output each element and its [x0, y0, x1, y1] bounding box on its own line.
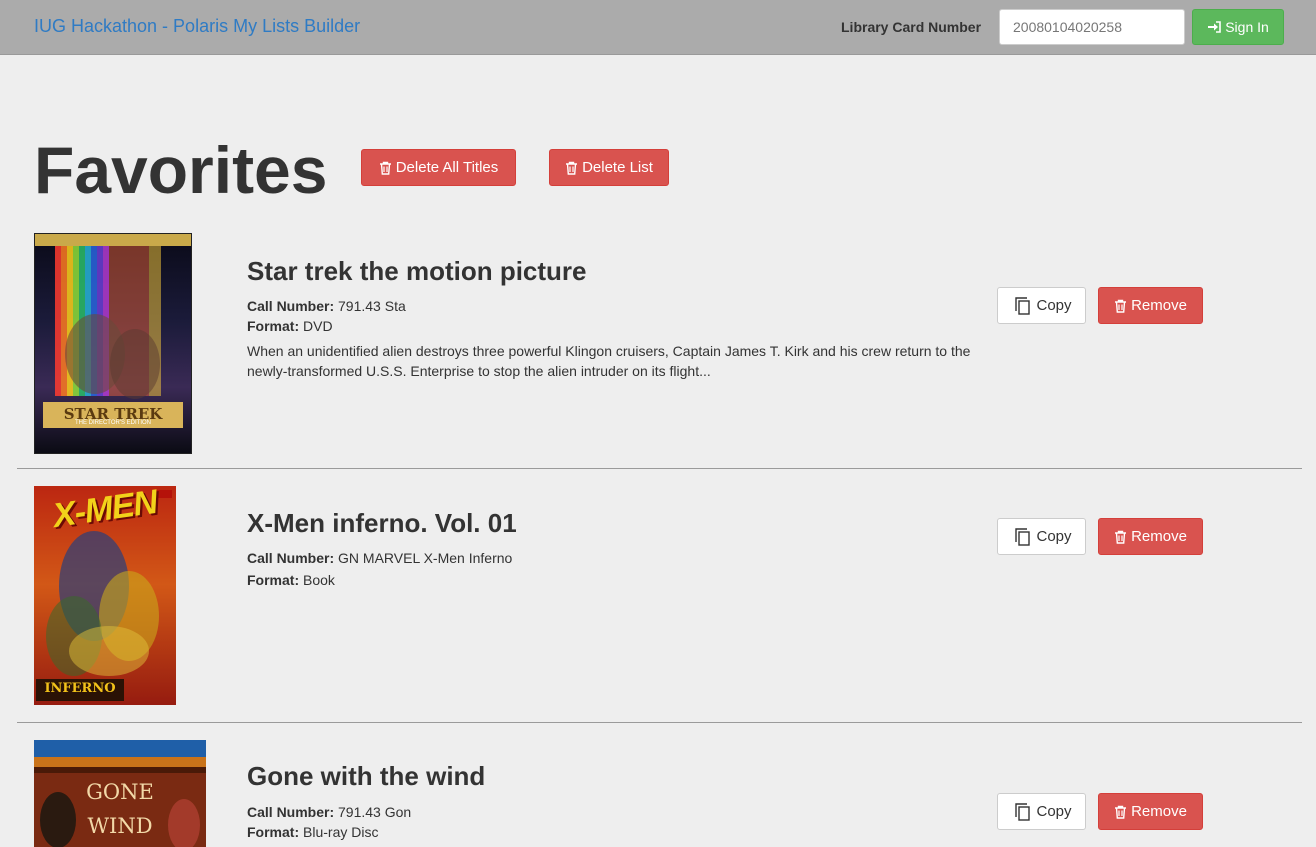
format: Format: Book — [247, 570, 335, 590]
item-title[interactable]: X-Men inferno. Vol. 01 — [247, 508, 517, 538]
copy-button[interactable]: Copy — [997, 518, 1086, 555]
list-title: Favorites — [34, 133, 328, 207]
copy-icon — [1011, 802, 1031, 822]
call-number-label: Call Number: — [247, 298, 335, 314]
item-divider — [17, 468, 1302, 469]
sign-in-icon — [1207, 21, 1222, 33]
call-number: Call Number: 791.43 Sta — [247, 296, 406, 316]
remove-label: Remove — [1131, 803, 1187, 820]
format: Format: DVD — [247, 316, 333, 336]
call-number-label: Call Number: — [247, 804, 335, 820]
library-card-input[interactable] — [999, 9, 1185, 45]
format-label: Format: — [247, 318, 300, 334]
cover-subtitle-text: THE DIRECTOR'S EDITION — [74, 420, 152, 426]
call-number-value: 791.43 Gon — [338, 804, 412, 820]
cover-image: X-MEN INFERNO — [34, 486, 176, 705]
trash-icon — [565, 161, 578, 175]
library-card-label: Library Card Number — [841, 19, 982, 35]
item-title[interactable]: Star trek the motion picture — [247, 256, 587, 286]
trash-icon — [1114, 805, 1127, 819]
remove-label: Remove — [1131, 528, 1187, 545]
call-number-value: 791.43 Sta — [338, 298, 406, 314]
format: Format: Blu-ray Disc — [247, 822, 378, 842]
format-value: DVD — [303, 318, 333, 334]
format-value: Blu-ray Disc — [303, 824, 379, 840]
navbar: IUG Hackathon - Polaris My Lists Builder… — [0, 0, 1316, 55]
cover-title-text: GONE — [86, 780, 154, 804]
remove-button[interactable]: Remove — [1098, 518, 1203, 555]
trash-icon — [1114, 299, 1127, 313]
copy-button[interactable]: Copy — [997, 287, 1086, 324]
format-value: Book — [303, 572, 335, 588]
copy-label: Copy — [1036, 297, 1072, 314]
cover-image: STAR TREK THE DIRECTOR'S EDITION — [34, 233, 192, 454]
copy-label: Copy — [1036, 528, 1072, 545]
delete-all-titles-button[interactable]: Delete All Titles — [361, 149, 516, 186]
remove-button[interactable]: Remove — [1098, 287, 1203, 324]
format-label: Format: — [247, 824, 300, 840]
copy-label: Copy — [1036, 803, 1072, 820]
delete-list-button[interactable]: Delete List — [549, 149, 669, 186]
call-number: Call Number: GN MARVEL X-Men Inferno — [247, 548, 512, 568]
cover-subtitle-text: INFERNO — [44, 681, 116, 696]
cover-image: GONE WIND — [34, 740, 206, 847]
format-label: Format: — [247, 572, 300, 588]
item-title[interactable]: Gone with the wind — [247, 761, 485, 791]
app-brand-link[interactable]: IUG Hackathon - Polaris My Lists Builder — [34, 16, 360, 37]
trash-icon — [379, 161, 392, 175]
remove-label: Remove — [1131, 297, 1187, 314]
sign-in-label: Sign In — [1225, 19, 1269, 35]
remove-button[interactable]: Remove — [1098, 793, 1203, 830]
cover-subtitle-text: WIND — [87, 814, 153, 838]
copy-icon — [1011, 296, 1031, 316]
call-number-value: GN MARVEL X-Men Inferno — [338, 550, 513, 566]
item-summary: When an unidentified alien destroys thre… — [247, 343, 971, 379]
call-number-label: Call Number: — [247, 550, 335, 566]
trash-icon — [1114, 530, 1127, 544]
sign-in-button[interactable]: Sign In — [1192, 9, 1284, 45]
item-divider — [17, 722, 1302, 723]
delete-all-titles-label: Delete All Titles — [395, 159, 499, 176]
call-number: Call Number: 791.43 Gon — [247, 802, 411, 822]
delete-list-label: Delete List — [582, 159, 653, 176]
copy-icon — [1011, 527, 1031, 547]
copy-button[interactable]: Copy — [997, 793, 1086, 830]
